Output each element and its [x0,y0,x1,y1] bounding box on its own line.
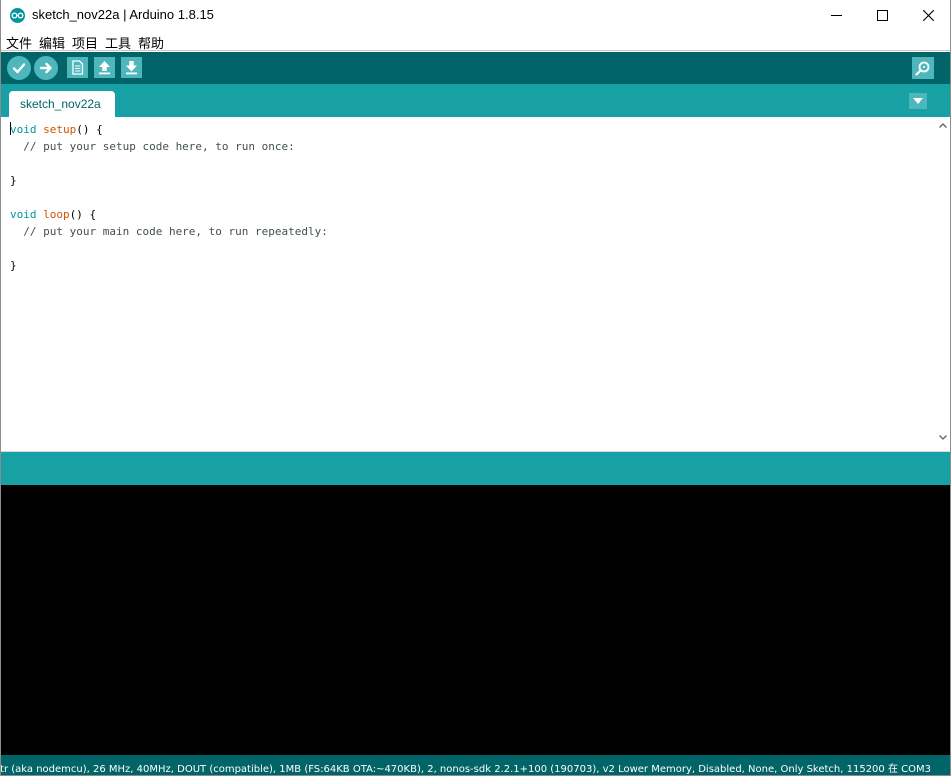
scroll-up-icon[interactable] [939,123,947,128]
new-file-icon [72,60,84,75]
code-line: // put your main code here, to run repea… [10,225,328,238]
close-button[interactable] [905,0,950,31]
editor-scrollbar[interactable] [935,117,950,451]
tab-menu-button[interactable] [909,93,927,109]
magnifier-icon [915,61,930,76]
verify-button[interactable] [7,56,31,80]
toolbar [1,52,950,84]
scroll-down-icon[interactable] [939,435,947,440]
upload-arrow-icon [99,61,110,75]
window-title: sketch_nov22a | Arduino 1.8.15 [32,7,214,22]
tab-bar: sketch_nov22a [1,84,950,117]
code-line: } [10,174,17,187]
code-line: ​ [10,240,328,257]
tab-label: sketch_nov22a [20,97,101,111]
console-output[interactable] [1,485,950,755]
code-line: } [10,259,17,272]
arduino-logo-icon [10,8,25,23]
menu-sketch[interactable]: 项目 [72,33,98,52]
tab-sketch-nov22a[interactable]: sketch_nov22a [9,91,115,117]
menu-tools[interactable]: 工具 [105,33,131,52]
save-button[interactable] [121,57,142,78]
title-bar: sketch_nov22a | Arduino 1.8.15 [1,0,950,31]
new-button[interactable] [67,57,88,78]
code-text[interactable]: void setup() { // put your setup code he… [10,121,328,274]
menu-help[interactable]: 帮助 [138,33,164,52]
download-arrow-icon [126,61,137,75]
menu-edit[interactable]: 编辑 [39,33,65,52]
triangle-down-icon [913,98,923,104]
maximize-button[interactable] [859,0,905,31]
code-line: ​ [10,189,328,206]
upload-button[interactable] [34,56,58,80]
code-line: ​ [10,155,328,172]
code-line: // put your setup code here, to run once… [10,140,295,153]
open-button[interactable] [94,57,115,78]
menu-file[interactable]: 文件 [6,33,32,52]
check-icon [12,63,26,74]
menu-bar: 文件 编辑 项目 工具 帮助 [1,31,950,52]
code-line: void loop() { [10,208,97,221]
serial-monitor-button[interactable] [912,57,934,79]
code-line: void setup() { [10,122,103,136]
arduino-ide-window: sketch_nov22a | Arduino 1.8.15 文件 编辑 项目 … [0,0,951,776]
minimize-button[interactable] [813,0,859,31]
status-bar: ◊MEM, dtr (aka nodemcu), 26 MHz, 40MHz, … [1,755,950,775]
message-area [1,451,950,485]
arrow-right-icon [39,62,52,74]
code-editor[interactable]: void setup() { // put your setup code he… [2,117,935,451]
board-status-text: ◊MEM, dtr (aka nodemcu), 26 MHz, 40MHz, … [1,764,931,775]
